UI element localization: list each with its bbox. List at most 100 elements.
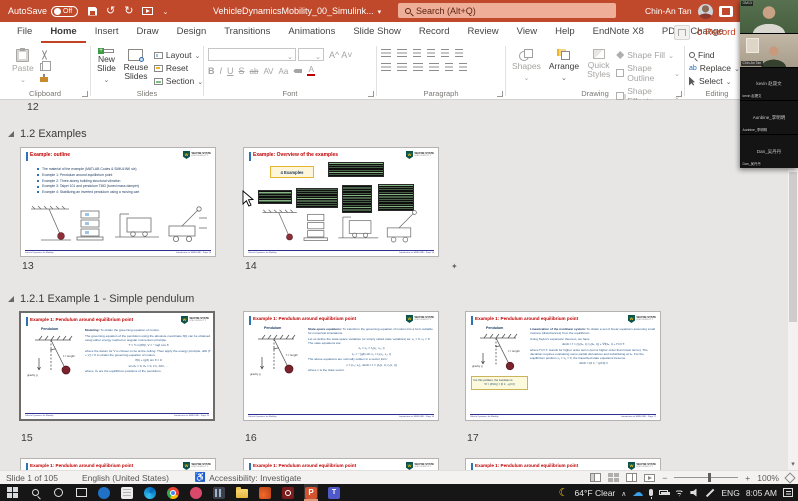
zoom-out-icon[interactable]: − xyxy=(662,473,667,483)
tab-draw[interactable]: Draw xyxy=(127,22,167,43)
reading-view-icon[interactable] xyxy=(626,473,637,482)
justify-icon[interactable] xyxy=(429,63,439,71)
comments-icon[interactable] xyxy=(674,25,690,40)
find-button[interactable]: Find xyxy=(689,50,740,60)
italic-icon[interactable]: I xyxy=(220,66,223,76)
text-direction-icon[interactable] xyxy=(455,49,463,57)
slide-15-thumbnail[interactable]: Example 1: Pendulum around equilibrium p… xyxy=(19,311,215,421)
cortana-button[interactable] xyxy=(51,484,65,501)
section-heading-examples[interactable]: 1.2 Examples xyxy=(8,128,87,140)
save-icon[interactable] xyxy=(88,7,97,16)
taskbar-app-edge[interactable] xyxy=(143,484,157,501)
slide-20-thumbnail[interactable]: Example 1: Pendulum around equilibrium p… xyxy=(465,458,661,470)
strikethrough-icon[interactable]: S xyxy=(239,66,245,76)
font-name-select[interactable] xyxy=(208,48,296,61)
section-collapse-icon[interactable] xyxy=(8,296,14,302)
increase-indent-icon[interactable] xyxy=(427,49,435,57)
taskbar-app-acrobat[interactable] xyxy=(281,484,295,501)
scrollbar-thumb[interactable] xyxy=(789,172,797,322)
action-center-icon[interactable] xyxy=(783,488,793,497)
tab-design[interactable]: Design xyxy=(168,22,216,43)
account-area[interactable]: Chin-An Tan xyxy=(645,0,733,22)
underline-icon[interactable]: U xyxy=(227,66,234,76)
line-spacing-icon[interactable] xyxy=(441,49,449,57)
slide-17-thumbnail[interactable]: Example 1: Pendulum around equilibrium p… xyxy=(465,311,661,421)
slide-19-thumbnail[interactable]: Example 1: Pendulum around equilibrium p… xyxy=(243,458,439,470)
grow-font-icon[interactable]: A^ xyxy=(329,50,339,60)
tab-endnote[interactable]: EndNote X8 xyxy=(584,22,653,43)
decrease-indent-icon[interactable] xyxy=(413,49,421,57)
tab-review[interactable]: Review xyxy=(459,22,508,43)
document-title[interactable]: VehicleDynamicsMobility_00_Simulink... xyxy=(213,0,381,22)
start-button[interactable] xyxy=(5,484,19,501)
bullets-icon[interactable] xyxy=(381,49,391,57)
title-dropdown-icon[interactable] xyxy=(378,6,382,16)
highlight-color-icon[interactable] xyxy=(293,69,302,73)
fit-to-window-icon[interactable] xyxy=(784,472,795,483)
shape-outline-button[interactable]: Shape Outline xyxy=(616,63,680,83)
scroll-down-icon[interactable]: ▾ xyxy=(788,458,798,470)
wifi-icon[interactable] xyxy=(674,489,684,497)
text-shadow-icon[interactable]: ab xyxy=(250,67,259,76)
tab-insert[interactable]: Insert xyxy=(86,22,128,43)
bold-icon[interactable]: B xyxy=(208,66,215,76)
taskbar-app-onenote[interactable] xyxy=(120,484,134,501)
taskbar-app-teams[interactable] xyxy=(327,484,341,501)
zoom-slider[interactable] xyxy=(674,477,738,478)
taskbar-search-button[interactable] xyxy=(28,484,42,501)
change-case-icon[interactable]: Aa xyxy=(279,67,289,76)
taskbar-app-matlab[interactable] xyxy=(258,484,272,501)
copy-icon[interactable] xyxy=(40,63,47,71)
tab-slide-show[interactable]: Slide Show xyxy=(344,22,410,43)
quick-styles-button[interactable]: Quick Styles xyxy=(585,47,612,87)
reset-button[interactable]: Reset xyxy=(154,63,203,73)
shapes-button[interactable]: Shapes xyxy=(510,47,543,87)
character-spacing-icon[interactable]: AV xyxy=(263,67,273,76)
align-center-icon[interactable] xyxy=(397,63,407,71)
shrink-font-icon[interactable]: A˅ xyxy=(341,50,352,60)
participant-audio-tile[interactable]: kevin 赵晟文 kevin 赵晟文 xyxy=(740,68,798,101)
autosave-toggle[interactable]: Off xyxy=(51,6,78,17)
slide-14-thumbnail[interactable]: Example: Overview of the examples WAYNE … xyxy=(243,147,439,257)
reuse-slides-button[interactable]: Reuse Slides xyxy=(122,47,150,87)
numbering-icon[interactable] xyxy=(397,49,407,57)
undo-icon[interactable]: ↺ xyxy=(106,6,115,17)
task-view-button[interactable] xyxy=(74,484,88,501)
arrange-button[interactable]: Arrange xyxy=(547,47,581,87)
search-input[interactable]: Search (Alt+Q) xyxy=(398,3,616,18)
participant-audio-tile[interactable]: Dan_吴丹丹 Dan_吴丹丹 xyxy=(740,135,798,168)
shape-fill-button[interactable]: Shape Fill xyxy=(616,50,680,60)
align-left-icon[interactable] xyxy=(381,63,391,71)
zoom-level[interactable]: 100% xyxy=(757,473,779,483)
hidden-icons-chevron[interactable] xyxy=(621,488,626,498)
record-button[interactable]: Record xyxy=(697,22,736,43)
avatar[interactable] xyxy=(698,4,713,19)
tab-view[interactable]: View xyxy=(508,22,546,43)
drawing-dialog-launcher-icon[interactable] xyxy=(676,91,682,97)
input-language[interactable]: ENG xyxy=(721,488,739,498)
slide-show-icon[interactable] xyxy=(644,474,655,482)
replace-button[interactable]: abReplace xyxy=(689,63,740,73)
slide-sorter-view-icon[interactable] xyxy=(608,473,619,482)
weather-moon-icon[interactable] xyxy=(559,486,569,499)
tab-animations[interactable]: Animations xyxy=(279,22,344,43)
autosave-control[interactable]: AutoSave Off xyxy=(8,6,78,17)
pen-icon[interactable] xyxy=(706,488,714,496)
slide-16-thumbnail[interactable]: Example 1: Pendulum around equilibrium p… xyxy=(243,311,439,421)
weather-text[interactable]: 64°F Clear xyxy=(575,488,616,498)
battery-icon[interactable] xyxy=(659,490,668,495)
taskbar-app-photos[interactable] xyxy=(189,484,203,501)
slide-13-thumbnail[interactable]: Example: outline WAYNE STATEUNIVERSITY T… xyxy=(20,147,216,257)
section-button[interactable]: Section xyxy=(154,76,203,86)
taskbar-app-mail[interactable] xyxy=(97,484,111,501)
clock[interactable]: 8:05 AM xyxy=(746,488,777,498)
microphone-tray-icon[interactable] xyxy=(649,489,653,496)
layout-button[interactable]: Layout xyxy=(154,50,203,60)
speaker-icon[interactable] xyxy=(690,489,699,497)
participant-video-tile[interactable]: GM13 xyxy=(740,0,798,33)
participant-video-tile[interactable]: Chin-An Tan xyxy=(740,34,798,67)
paragraph-dialog-launcher-icon[interactable] xyxy=(497,91,503,97)
format-painter-icon[interactable] xyxy=(40,77,48,82)
redo-icon[interactable]: ↻ xyxy=(124,6,133,17)
tab-help[interactable]: Help xyxy=(546,22,584,43)
